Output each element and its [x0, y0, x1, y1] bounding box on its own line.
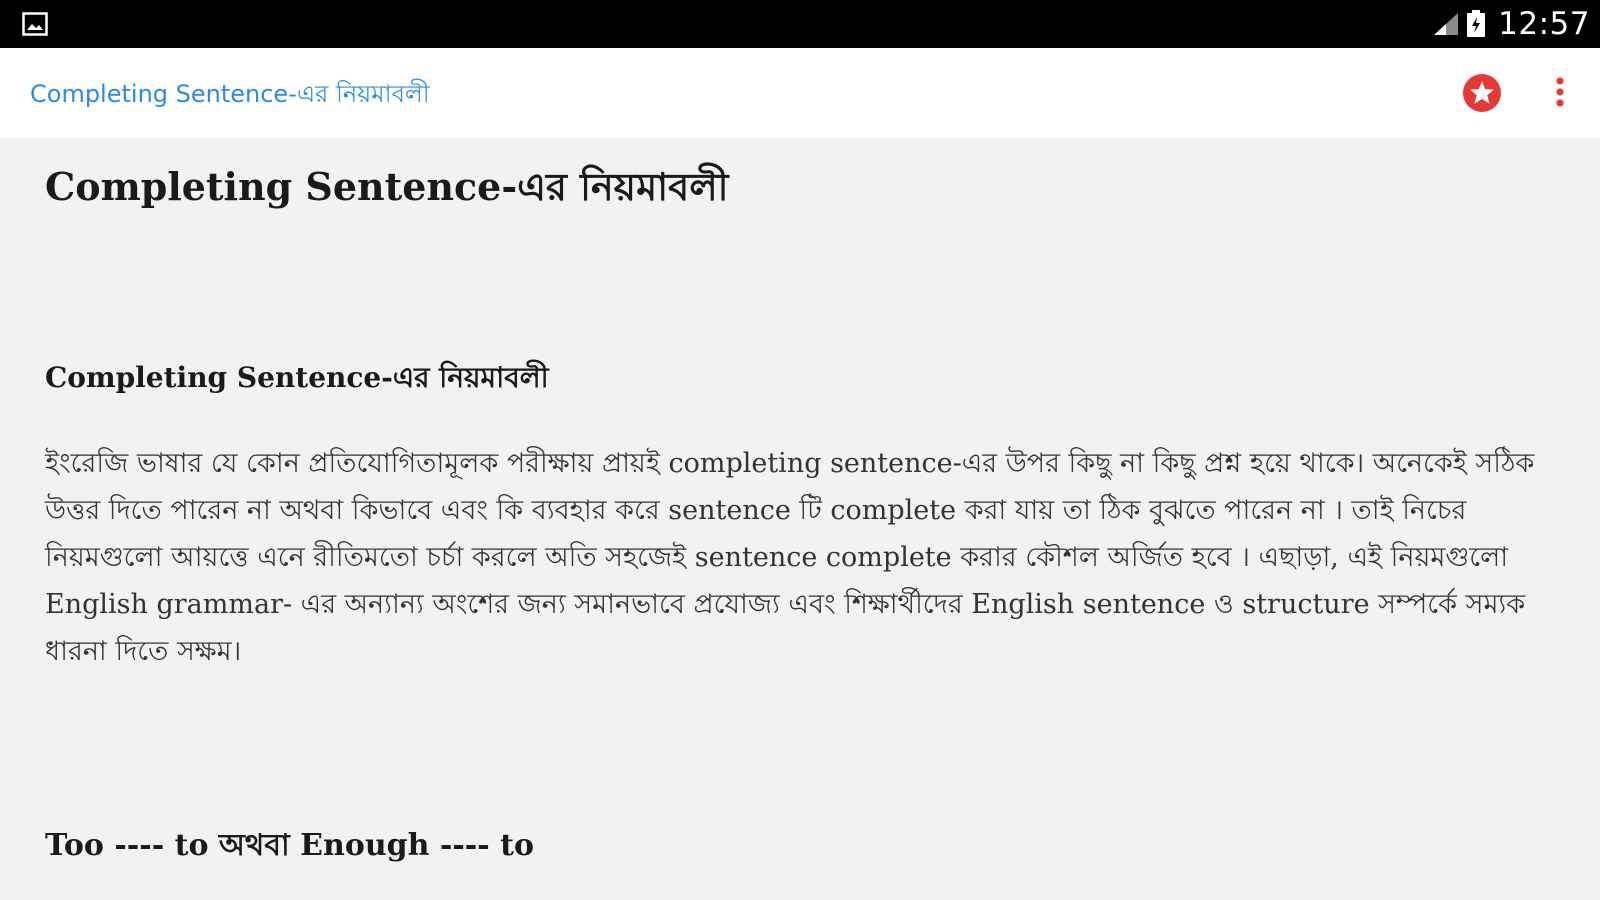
status-bar: 12:57 — [0, 0, 1600, 48]
battery-icon — [1467, 10, 1486, 37]
signal-icon — [1434, 13, 1459, 35]
app-bar: Completing Sentence-এর নিয়মাবলী — [0, 48, 1600, 138]
rule-heading: Too ---- to অথবা Enough ---- to — [45, 828, 535, 863]
article-content[interactable]: Completing Sentence-এর নিয়মাবলী Complet… — [0, 138, 1600, 900]
article-title: Completing Sentence-এর নিয়মাবলী — [45, 164, 729, 209]
favorite-button[interactable] — [1462, 73, 1502, 113]
status-icons: 12:57 — [1432, 0, 1590, 48]
overflow-menu-button[interactable] — [1545, 75, 1575, 115]
app-bar-title: Completing Sentence-এর নিয়মাবলী — [30, 80, 430, 108]
more-vert-icon — [1556, 77, 1564, 107]
star-icon — [1463, 74, 1501, 112]
status-time: 12:57 — [1498, 6, 1590, 42]
intro-paragraph: ইংরেজি ভাষার যে কোন প্রতিযোগিতামূলক পরীক… — [45, 448, 1535, 667]
section-heading: Completing Sentence-এর নিয়মাবলী — [45, 361, 549, 394]
image-icon — [22, 12, 48, 36]
